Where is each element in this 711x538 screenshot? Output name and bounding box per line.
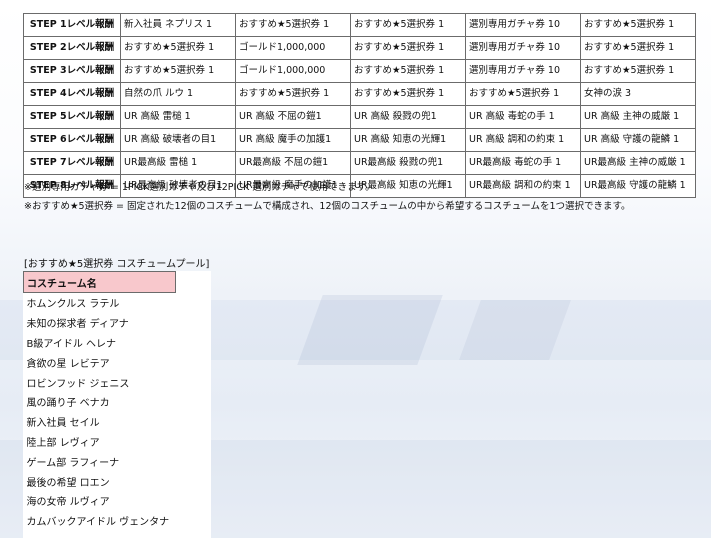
reward-cell: UR最高級 調和の約束 1 <box>465 174 581 198</box>
reward-cell: UR最高級 守護の龍鱗 1 <box>580 174 696 198</box>
reward-cell: おすすめ★5選択券 1 <box>350 82 466 106</box>
selection-ticket-note: ※おすすめ★5選択券 = 固定された12個のコスチュームで構成され、12個のコス… <box>24 201 631 212</box>
costume-row: 最後の希望 ロエン <box>24 471 176 491</box>
level-rewards-table: STEP 1レベル報酬 新入社員 ネプリス 1 おすすめ★5選択券 1 おすすめ★5選… <box>23 13 696 198</box>
reward-row: STEP 3レベル報酬 おすすめ★5選択券 1 ゴールド1,000,000 おすすめ★… <box>23 59 696 83</box>
reward-cell: おすすめ★5選択券 1 <box>580 59 696 83</box>
reward-cell: 自然の爪 ルウ 1 <box>120 82 236 106</box>
costume-name: 最後の希望 ロエン <box>26 477 110 489</box>
reward-cell: おすすめ★5選択券 1 <box>465 82 581 106</box>
reward-cell: UR最高級 主神の威厳 1 <box>580 151 696 175</box>
costume-row: 風の踊り子 ベナカ <box>24 392 176 412</box>
reward-row: STEP 5レベル報酬 UR 高級 雷槌 1 UR 高級 不屈の鎧1 UR 高級 殺戮… <box>23 105 696 129</box>
costume-row: 陸上部 レヴィア <box>24 432 176 452</box>
costume-pool-table: コスチューム名 ホムンクルス ラテル 未知の探求者 ディアナ B級アイドル ヘレナ貪… <box>23 271 176 531</box>
reward-step-label: STEP 3レベル報酬 <box>23 59 121 83</box>
reward-step-label: STEP 5レベル報酬 <box>23 105 121 129</box>
reward-cell: UR 高級 調和の約束 1 <box>465 128 581 152</box>
reward-cell: おすすめ★5選択券 1 <box>580 13 696 37</box>
reward-step-label: STEP 2レベル報酬 <box>23 36 121 60</box>
reward-cell: UR 高級 主神の威厳 1 <box>580 105 696 129</box>
reward-cell: おすすめ★5選択券 1 <box>120 36 236 60</box>
costume-name: 貪欲の星 レビテア <box>26 358 110 370</box>
costume-row: 未知の探求者 ディアナ <box>24 313 176 333</box>
reward-cell: 選別専用ガチャ券 10 <box>465 13 581 37</box>
costume-row: B級アイドル ヘレナ <box>24 333 176 353</box>
reward-cell: UR 高級 毒蛇の手 1 <box>465 105 581 129</box>
reward-row: STEP 2レベル報酬 おすすめ★5選択券 1 ゴールド1,000,000 おすすめ★… <box>23 36 696 60</box>
costume-row: ホムンクルス ラテル <box>24 293 176 313</box>
reward-step-label: STEP 4レベル報酬 <box>23 82 121 106</box>
reward-cell: 女神の涙 3 <box>580 82 696 106</box>
costume-pool-header-row: コスチューム名 <box>23 271 176 293</box>
reward-row: STEP 6レベル報酬 UR 高級 破壊者の目1 UR 高級 魔手の加護1 UR 高級… <box>23 128 696 152</box>
reward-cell: UR 高級 不屈の鎧1 <box>235 105 351 129</box>
costume-row: ゲーム部 ラフィーナ <box>24 451 176 471</box>
costume-row: カムバックアイドル ヴェンタナ <box>24 511 176 531</box>
costume-name: 新入社員 セイル <box>26 418 100 430</box>
costume-row: 海の女帝 ルヴィア <box>24 491 176 511</box>
costume-name: B級アイドル ヘレナ <box>26 338 117 350</box>
reward-row: STEP 1レベル報酬 新入社員 ネプリス 1 おすすめ★5選択券 1 おすすめ★5選… <box>23 13 696 37</box>
reward-cell: おすすめ★5選択券 1 <box>350 36 466 60</box>
reward-cell: UR 高級 雷槌 1 <box>120 105 236 129</box>
reward-cell: UR 高級 守護の龍鱗 1 <box>580 128 696 152</box>
costume-pool-title: [おすすめ★5選択券 コスチュームプール] <box>24 259 210 270</box>
reward-cell: おすすめ★5選択券 1 <box>350 13 466 37</box>
reward-cell: UR 高級 破壊者の目1 <box>120 128 236 152</box>
costume-name: 海の女帝 ルヴィア <box>26 497 110 509</box>
costume-name: ロビンフッド ジェニス <box>26 378 130 390</box>
reward-cell: おすすめ★5選択券 1 <box>120 59 236 83</box>
reward-cell: UR最高級 不屈の鎧1 <box>235 151 351 175</box>
reward-cell: おすすめ★5選択券 1 <box>580 36 696 60</box>
reward-cell: 選別専用ガチャ券 10 <box>465 59 581 83</box>
costume-row: ロビンフッド ジェニス <box>24 372 176 392</box>
costume-name-header: コスチューム名 <box>23 271 176 293</box>
reward-step-label: STEP 7レベル報酬 <box>23 151 121 175</box>
reward-cell: UR 高級 知恵の光輝1 <box>350 128 466 152</box>
reward-cell: UR最高級 殺戮の兜1 <box>350 151 466 175</box>
costume-name: 陸上部 レヴィア <box>26 437 100 449</box>
costume-name: カムバックアイドル ヴェンタナ <box>26 517 170 529</box>
reward-step-label: STEP 1レベル報酬 <box>23 13 121 37</box>
costume-row: 新入社員 セイル <box>24 412 176 432</box>
costume-name: ホムンクルス ラテル <box>26 299 120 311</box>
reward-cell: おすすめ★5選択券 1 <box>235 82 351 106</box>
reward-cell: おすすめ★5選択券 1 <box>350 59 466 83</box>
reward-cell: UR 高級 殺戮の兜1 <box>350 105 466 129</box>
costume-row: 貪欲の星 レビテア <box>24 352 176 372</box>
reward-cell: UR最高級 毒蛇の手 1 <box>465 151 581 175</box>
reward-cell: UR 高級 魔手の加護1 <box>235 128 351 152</box>
reward-cell: 選別専用ガチャ券 10 <box>465 36 581 60</box>
reward-cell: おすすめ★5選択券 1 <box>235 13 351 37</box>
gacha-ticket-note: ※選別専用ガチャ券 = 1PICK選別ガチャ及び12PICK 選別ガチャで使用で… <box>24 182 375 193</box>
reward-row: STEP 4レベル報酬 自然の爪 ルウ 1 おすすめ★5選択券 1 おすすめ★5選択券… <box>23 82 696 106</box>
costume-name: 風の踊り子 ベナカ <box>26 398 110 410</box>
costume-name: ゲーム部 ラフィーナ <box>26 457 120 469</box>
costume-name: 未知の探求者 ディアナ <box>26 319 129 331</box>
reward-cell: 新入社員 ネプリス 1 <box>120 13 236 37</box>
background-shape <box>297 295 443 365</box>
reward-cell: ゴールド1,000,000 <box>235 59 351 83</box>
reward-cell: UR最高級 雷槌 1 <box>120 151 236 175</box>
reward-row: STEP 7レベル報酬 UR最高級 雷槌 1 UR最高級 不屈の鎧1 UR最高級 殺戮… <box>23 151 696 175</box>
reward-cell: ゴールド1,000,000 <box>235 36 351 60</box>
reward-step-label: STEP 6レベル報酬 <box>23 128 121 152</box>
